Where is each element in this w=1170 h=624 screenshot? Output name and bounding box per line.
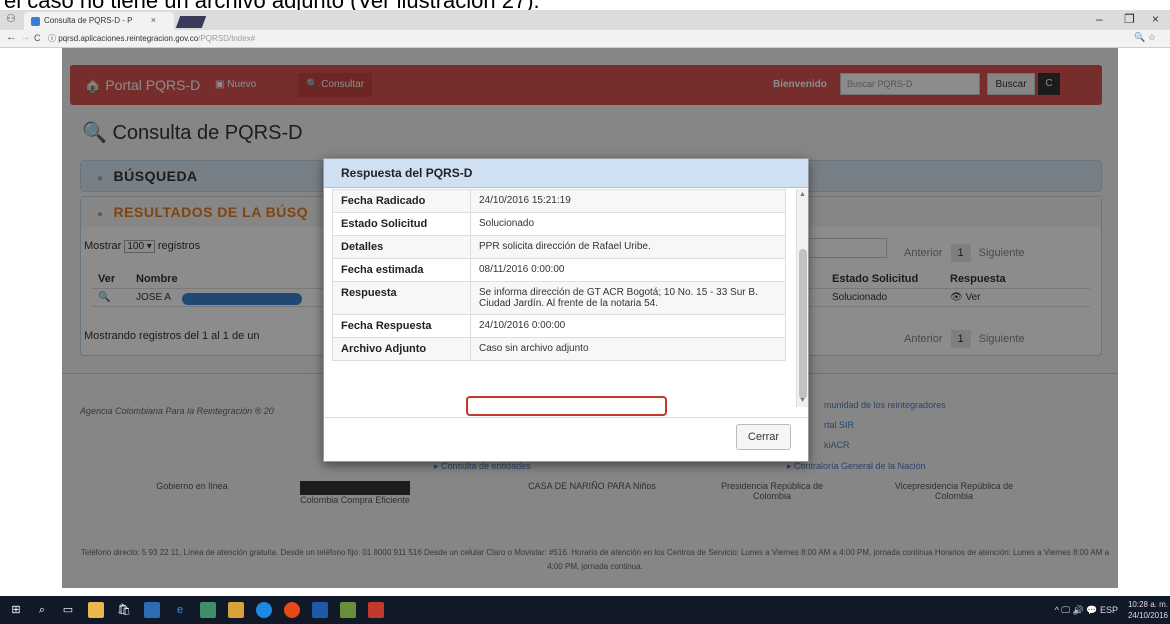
info-icon: ⓘ (48, 34, 56, 43)
clock-date: 24/10/2016 (1127, 611, 1168, 620)
edge-icon[interactable]: e (172, 602, 188, 618)
modal-footer-divider (324, 417, 808, 418)
close-button[interactable]: Cerrar (736, 424, 791, 450)
url-host: pqrsd.aplicaciones.reintegracion.gov.co (58, 34, 199, 43)
label-fecha-radicado: Fecha Radicado (332, 189, 471, 213)
label-fecha-estimada: Fecha estimada (332, 258, 471, 282)
app-icon[interactable] (200, 602, 216, 618)
app-icon[interactable] (340, 602, 356, 618)
label-detalles: Detalles (332, 235, 471, 259)
maximize-icon[interactable]: ❐ (1124, 12, 1135, 26)
detail-row: Fecha Respuesta 24/10/2016 0:00:00 (332, 314, 786, 338)
system-tray[interactable]: ^ 🖵 🔊 💬 ESP (1055, 605, 1118, 616)
value-estado: Solucionado (470, 212, 786, 236)
value-detalles: PPR solicita dirección de Rafael Uribe. (470, 235, 786, 259)
start-icon[interactable]: ⊞ (8, 602, 24, 618)
address-bar: ← → C ⓘ pqrsd.aplicaciones.reintegracion… (0, 30, 1170, 48)
clock-time: 10:28 a. m. (1127, 600, 1168, 609)
modal-scrollbar[interactable]: ▲ ▼ (796, 189, 808, 407)
window-close-icon[interactable]: × (1152, 12, 1159, 26)
reload-icon[interactable]: C (34, 33, 41, 43)
clock[interactable]: 10:28 a. m. 24/10/2016 (1128, 599, 1168, 621)
browser-tab[interactable]: Consulta de PQRS-D - P × (24, 12, 174, 30)
label-fecha-respuesta: Fecha Respuesta (332, 314, 471, 338)
store-icon[interactable]: 🛍 (116, 602, 132, 618)
search-icon[interactable]: ⌕ (34, 602, 50, 618)
detail-row: Estado Solicitud Solucionado (332, 212, 786, 236)
detail-table: Fecha Radicado 24/10/2016 15:21:19 Estado… (332, 189, 786, 361)
respuesta-modal: Respuesta del PQRS-D Fecha Radicado 24/10… (323, 158, 809, 462)
outlook-icon[interactable] (144, 602, 160, 618)
powerpoint-icon[interactable] (368, 602, 384, 618)
skype-icon[interactable] (256, 602, 272, 618)
minimize-icon[interactable]: – (1096, 12, 1103, 26)
label-respuesta: Respuesta (332, 281, 471, 315)
detail-row: Fecha Radicado 24/10/2016 15:21:19 (332, 189, 786, 213)
url-path: /PQRSD/Index# (198, 34, 256, 43)
detail-row: Detalles PPR solicita dirección de Rafael… (332, 235, 786, 259)
value-fecha-estimada: 08/11/2016 0:00:00 (470, 258, 786, 282)
detail-row: Fecha estimada 08/11/2016 0:00:00 (332, 258, 786, 282)
incognito-icon: ⚇ (6, 13, 16, 25)
url-field[interactable]: ⓘ pqrsd.aplicaciones.reintegracion.gov.c… (48, 33, 255, 44)
forward-icon[interactable]: → (20, 31, 31, 43)
chrome-icon[interactable] (284, 602, 300, 618)
highlight-box (466, 396, 667, 416)
value-fecha-radicado: 24/10/2016 15:21:19 (470, 189, 786, 213)
scroll-up-icon[interactable]: ▲ (799, 191, 806, 198)
task-view-icon[interactable]: ▭ (60, 602, 76, 618)
file-explorer-icon[interactable] (88, 602, 104, 618)
new-tab-button[interactable] (175, 16, 207, 28)
detail-row: Respuesta Se informa dirección de GT ACR … (332, 281, 786, 315)
detail-row: Archivo Adjunto Caso sin archivo adjunto (332, 337, 786, 361)
value-archivo-adjunto: Caso sin archivo adjunto (470, 337, 786, 361)
tab-close-icon[interactable]: × (151, 15, 156, 25)
browser-tab-bar: ⚇ Consulta de PQRS-D - P × – ❐ × (0, 10, 1170, 30)
value-fecha-respuesta: 24/10/2016 0:00:00 (470, 314, 786, 338)
scroll-thumb[interactable] (799, 249, 807, 399)
modal-title: Respuesta del PQRS-D (324, 159, 808, 188)
modal-body: Fecha Radicado 24/10/2016 15:21:19 Estado… (332, 189, 796, 419)
label-estado: Estado Solicitud (332, 212, 471, 236)
bookmark-star-icon[interactable]: 🔍 ☆ (1134, 32, 1156, 43)
label-archivo-adjunto: Archivo Adjunto (332, 337, 471, 361)
tab-title: Consulta de PQRS-D - P (44, 16, 133, 25)
windows-taskbar: ⊞ ⌕ ▭ 🛍 e ^ 🖵 🔊 💬 ESP 10:28 a. m. 24/10/… (0, 596, 1170, 624)
word-icon[interactable] (312, 602, 328, 618)
app-icon[interactable] (228, 602, 244, 618)
favicon-icon (31, 17, 40, 26)
scroll-down-icon[interactable]: ▼ (799, 397, 806, 404)
back-icon[interactable]: ← (6, 31, 17, 43)
value-respuesta: Se informa dirección de GT ACR Bogotá; 1… (470, 281, 786, 315)
